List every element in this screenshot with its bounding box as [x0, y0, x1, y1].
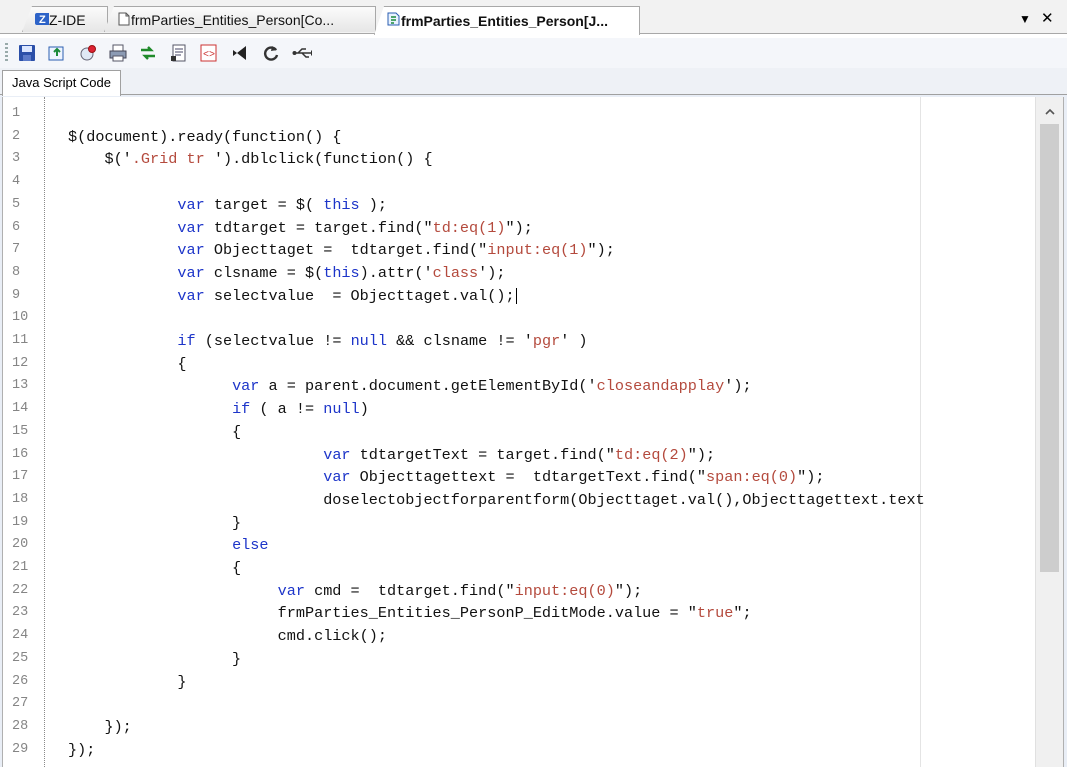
usb-icon[interactable] [292, 43, 312, 63]
text-cursor [515, 287, 517, 304]
code-line[interactable]: if (selectvalue != null && clsname != 'p… [68, 330, 587, 353]
export-icon[interactable] [47, 43, 67, 63]
line-number: 28 [12, 718, 29, 734]
code-editor[interactable]: 1 2 3 4 5 6 7 8 9 10 11 12 13 14 15 16 1… [2, 97, 1064, 767]
tab-z-ide[interactable]: Z Z-IDE [22, 6, 108, 32]
line-number: 12 [12, 355, 29, 371]
document-icon [117, 12, 131, 26]
line-number: 19 [12, 514, 29, 530]
line-number: 9 [12, 287, 21, 303]
tab-form-code[interactable]: frmParties_Entities_Person[Co... [104, 6, 376, 32]
vertical-scrollbar[interactable] [1035, 97, 1063, 767]
code-line[interactable]: var selectvalue = Objecttaget.val(); [68, 285, 517, 308]
code-line[interactable]: }); [68, 739, 95, 762]
line-number: 10 [12, 310, 29, 326]
line-number: 16 [12, 446, 29, 462]
line-number: 20 [12, 537, 29, 553]
html-tag-icon[interactable]: <> [199, 43, 219, 63]
editor-toolbar: <> [0, 38, 1067, 69]
tab-label: frmParties_Entities_Person[J... [401, 13, 608, 29]
line-number: 2 [12, 128, 21, 144]
line-number: 17 [12, 469, 29, 485]
scroll-up-icon[interactable] [1036, 103, 1063, 119]
code-line[interactable]: { [68, 421, 241, 444]
code-line[interactable]: } [68, 671, 186, 694]
refresh-tables-icon[interactable] [138, 43, 158, 63]
code-line[interactable]: var tdtargetText = target.find("td:eq(2)… [68, 444, 715, 467]
code-line[interactable]: }); [68, 716, 131, 739]
line-number: 1 [12, 106, 21, 121]
stamp-icon[interactable] [78, 43, 98, 63]
code-line[interactable]: var cmd = tdtarget.find("input:eq(0)"); [68, 580, 643, 603]
line-number: 11 [12, 333, 29, 348]
line-number: 6 [12, 219, 21, 235]
save-icon[interactable] [17, 43, 37, 63]
svg-text:Z: Z [39, 14, 46, 26]
line-number: 26 [12, 673, 29, 689]
svg-text:<>: <> [203, 50, 215, 61]
line-number: 15 [12, 423, 29, 439]
scroll-thumb[interactable] [1040, 124, 1059, 572]
code-line[interactable]: var Objecttagettext = tdtargetText.find(… [68, 466, 824, 489]
tab-javascript-code[interactable]: Java Script Code [2, 70, 121, 96]
code-line[interactable]: frmParties_Entities_PersonP_EditMode.val… [68, 602, 752, 625]
print-icon[interactable] [108, 43, 128, 63]
code-line[interactable]: { [68, 353, 186, 376]
line-number: 24 [12, 628, 29, 644]
document-tab-strip: Z Z-IDE frmParties_Entities_Person[Co...… [0, 0, 1067, 38]
line-number: 8 [12, 264, 21, 280]
z-ide-logo-icon: Z [35, 12, 49, 26]
code-line[interactable]: doselectobjectforparentform(Objecttaget.… [68, 489, 925, 512]
line-number: 4 [12, 174, 21, 190]
toolbar-grip-icon[interactable] [5, 43, 8, 63]
code-line[interactable]: var clsname = $(this).attr('class'); [68, 262, 505, 285]
code-line[interactable]: $('.Grid tr ').dblclick(function() { [68, 148, 432, 171]
visual-studio-icon[interactable] [230, 43, 250, 63]
code-line[interactable]: } [68, 648, 241, 671]
line-number: 5 [12, 196, 21, 212]
code-line[interactable]: $(document).ready(function() { [68, 126, 341, 149]
tab-list-dropdown-icon[interactable]: ▼ [1019, 12, 1031, 26]
line-number: 25 [12, 650, 29, 666]
line-number-gutter: 1 2 3 4 5 6 7 8 9 10 11 12 13 14 15 16 1… [3, 97, 45, 767]
tab-label: Z-IDE [49, 11, 86, 28]
code-line[interactable]: } [68, 512, 241, 535]
script-document-icon [387, 12, 401, 26]
tab-label: frmParties_Entities_Person[Co... [131, 11, 335, 28]
line-number: 7 [12, 242, 21, 258]
code-line[interactable]: var target = $( this ); [68, 194, 387, 217]
line-number: 23 [12, 605, 29, 621]
line-number: 3 [12, 151, 21, 167]
tab-form-javascript[interactable]: frmParties_Entities_Person[J... [374, 6, 640, 35]
right-margin-guide [920, 97, 921, 767]
line-number: 18 [12, 491, 29, 507]
code-line[interactable]: var tdtarget = target.find("td:eq(1)"); [68, 217, 532, 240]
line-number: 21 [12, 560, 29, 575]
line-number: 14 [12, 401, 29, 417]
settings-doc-icon[interactable] [169, 43, 189, 63]
line-number: 22 [12, 582, 29, 598]
code-line[interactable]: if ( a != null) [68, 398, 369, 421]
line-number: 13 [12, 378, 29, 394]
editor-sub-tab-strip: Java Script Code [0, 68, 1067, 96]
line-number: 27 [12, 696, 29, 712]
close-tab-icon[interactable]: ✕ [1041, 9, 1054, 27]
code-line[interactable]: cmd.click(); [68, 625, 387, 648]
line-number: 29 [12, 741, 29, 757]
code-line[interactable]: var Objecttaget = tdtarget.find("input:e… [68, 239, 615, 262]
sync-icon[interactable] [261, 43, 281, 63]
code-line[interactable]: else [68, 534, 268, 557]
code-line[interactable]: { [68, 557, 241, 580]
code-line[interactable]: var a = parent.document.getElementById('… [68, 375, 752, 398]
